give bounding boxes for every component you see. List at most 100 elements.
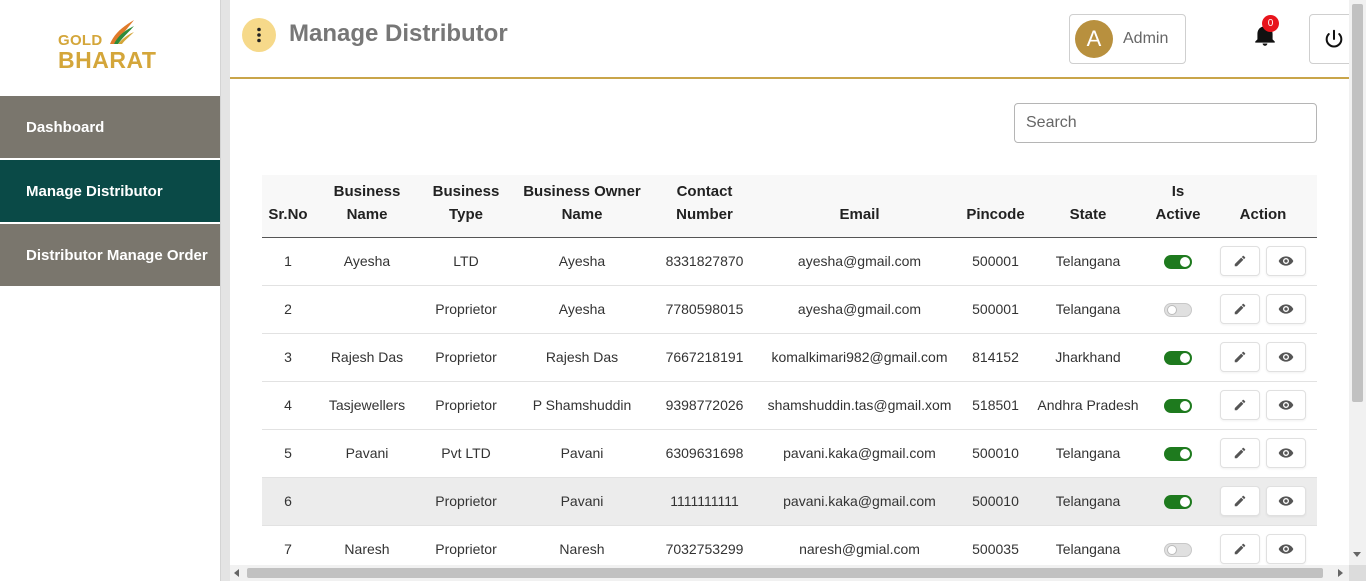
business-name-cell: Pavani — [314, 429, 420, 478]
view-button[interactable] — [1266, 246, 1306, 276]
vertical-scroll-thumb[interactable] — [1352, 4, 1363, 402]
col-business-name[interactable]: Business Name — [314, 175, 420, 238]
active-toggle[interactable] — [1164, 303, 1192, 318]
state-cell: Jharkhand — [1029, 333, 1147, 382]
sr-no-cell: 7 — [262, 525, 314, 565]
scroll-left-arrow-icon[interactable] — [234, 569, 239, 577]
contact-number-cell: 6309631698 — [652, 429, 757, 478]
business-type-cell: Proprietor — [420, 381, 512, 430]
active-toggle[interactable] — [1164, 543, 1192, 558]
sr-no-cell: 3 — [262, 333, 314, 382]
col-sr-no[interactable]: Sr.No — [262, 175, 314, 238]
sr-no-cell: 5 — [262, 429, 314, 478]
horizontal-scroll-thumb[interactable] — [247, 568, 1323, 578]
menu-button[interactable] — [242, 18, 276, 52]
view-button[interactable] — [1266, 486, 1306, 516]
is-active-cell — [1147, 525, 1209, 565]
edit-icon — [1233, 254, 1247, 268]
edit-button[interactable] — [1220, 534, 1260, 564]
col-state[interactable]: State — [1029, 175, 1147, 238]
user-menu-button[interactable]: A Admin — [1069, 14, 1186, 64]
sr-no-cell: 2 — [262, 285, 314, 334]
edit-button[interactable] — [1220, 390, 1260, 420]
edit-button[interactable] — [1220, 246, 1260, 276]
business-name-cell: Tasjewellers — [314, 381, 420, 430]
sidebar-item-label: Manage Distributor — [26, 182, 163, 200]
power-icon — [1325, 29, 1343, 48]
col-contact-number[interactable]: Contact Number — [652, 175, 757, 238]
active-toggle[interactable] — [1164, 351, 1192, 366]
action-cell — [1209, 429, 1317, 478]
edit-icon — [1233, 302, 1247, 316]
pincode-cell: 500001 — [962, 285, 1029, 334]
active-toggle[interactable] — [1164, 255, 1192, 270]
table-row: 6 Proprietor Pavani 1111111111 pavani.kaka@g… — [262, 477, 1317, 526]
sidebar: GOLD BHARAT Dashboard Manage Distributor… — [0, 0, 220, 581]
action-cell — [1209, 381, 1317, 430]
notification-badge: 0 — [1262, 15, 1279, 32]
action-cell — [1209, 237, 1317, 286]
business-name-cell — [314, 285, 420, 334]
edit-icon — [1233, 398, 1247, 412]
sidebar-item-dashboard[interactable]: Dashboard — [0, 96, 220, 158]
toggle-knob — [1180, 497, 1190, 508]
scroll-right-arrow-icon[interactable] — [1338, 569, 1343, 577]
business-type-cell: Proprietor — [420, 525, 512, 565]
state-cell: Telangana — [1029, 237, 1147, 286]
pincode-cell: 500001 — [962, 237, 1029, 286]
edit-icon — [1233, 494, 1247, 508]
contact-number-cell: 7032753299 — [652, 525, 757, 565]
business-name-cell: Rajesh Das — [314, 333, 420, 382]
sidebar-item-manage-distributor[interactable]: Manage Distributor — [0, 160, 220, 222]
pincode-cell: 814152 — [962, 333, 1029, 382]
col-pincode[interactable]: Pincode — [962, 175, 1029, 238]
table-row: 2 Proprietor Ayesha 7780598015 ayesha@gmail.… — [262, 285, 1317, 334]
view-button[interactable] — [1266, 390, 1306, 420]
app: GOLD BHARAT Dashboard Manage Distributor… — [0, 0, 1366, 581]
search-input[interactable] — [1014, 103, 1317, 143]
email-cell: shamshuddin.tas@gmail.xom — [757, 381, 962, 430]
view-button[interactable] — [1266, 438, 1306, 468]
active-toggle[interactable] — [1164, 399, 1192, 414]
edit-button[interactable] — [1220, 486, 1260, 516]
business-type-cell: Proprietor — [420, 333, 512, 382]
active-toggle[interactable] — [1164, 447, 1192, 462]
business-type-cell: Proprietor — [420, 285, 512, 334]
action-cell — [1209, 333, 1317, 382]
vertical-scrollbar[interactable] — [1349, 0, 1366, 565]
business-name-cell — [314, 477, 420, 526]
brand-logo[interactable]: GOLD BHARAT — [56, 16, 166, 76]
view-icon — [1278, 541, 1294, 557]
horizontal-scrollbar[interactable] — [230, 565, 1349, 581]
scroll-down-arrow-icon[interactable] — [1353, 552, 1361, 557]
sr-no-cell: 6 — [262, 477, 314, 526]
edit-button[interactable] — [1220, 438, 1260, 468]
view-icon — [1278, 397, 1294, 413]
table-row: 5 Pavani Pvt LTD Pavani 6309631698 pavani.kak… — [262, 429, 1317, 478]
sidebar-item-label: Dashboard — [26, 118, 105, 136]
view-button[interactable] — [1266, 534, 1306, 564]
email-cell: pavani.kaka@gmail.com — [757, 429, 962, 478]
edit-button[interactable] — [1220, 342, 1260, 372]
action-cell — [1209, 285, 1317, 334]
edit-icon — [1233, 350, 1247, 364]
view-button[interactable] — [1266, 294, 1306, 324]
table-row: 1 Ayesha LTD Ayesha 8331827870 ayesha@gmail.c… — [262, 237, 1317, 286]
state-cell: Telangana — [1029, 429, 1147, 478]
col-business-type[interactable]: Business Type — [420, 175, 512, 238]
col-action: Action — [1209, 175, 1317, 238]
view-button[interactable] — [1266, 342, 1306, 372]
contact-number-cell: 8331827870 — [652, 237, 757, 286]
email-cell: ayesha@gmail.com — [757, 237, 962, 286]
main-content: Manage Distributor A Admin 0 Search Sr.N… — [230, 0, 1349, 565]
distributor-table: Sr.No Business Name Business Type Busine… — [262, 175, 1317, 565]
edit-button[interactable] — [1220, 294, 1260, 324]
active-toggle[interactable] — [1164, 495, 1192, 510]
sidebar-item-distributor-manage-order[interactable]: Distributor Manage Order — [0, 224, 220, 286]
col-owner-name[interactable]: Business Owner Name — [512, 175, 652, 238]
owner-name-cell: P Shamshuddin — [512, 381, 652, 430]
logout-button[interactable] — [1309, 14, 1349, 64]
owner-name-cell: Pavani — [512, 429, 652, 478]
col-email[interactable]: Email — [757, 175, 962, 238]
col-is-active[interactable]: Is Active — [1147, 175, 1209, 238]
